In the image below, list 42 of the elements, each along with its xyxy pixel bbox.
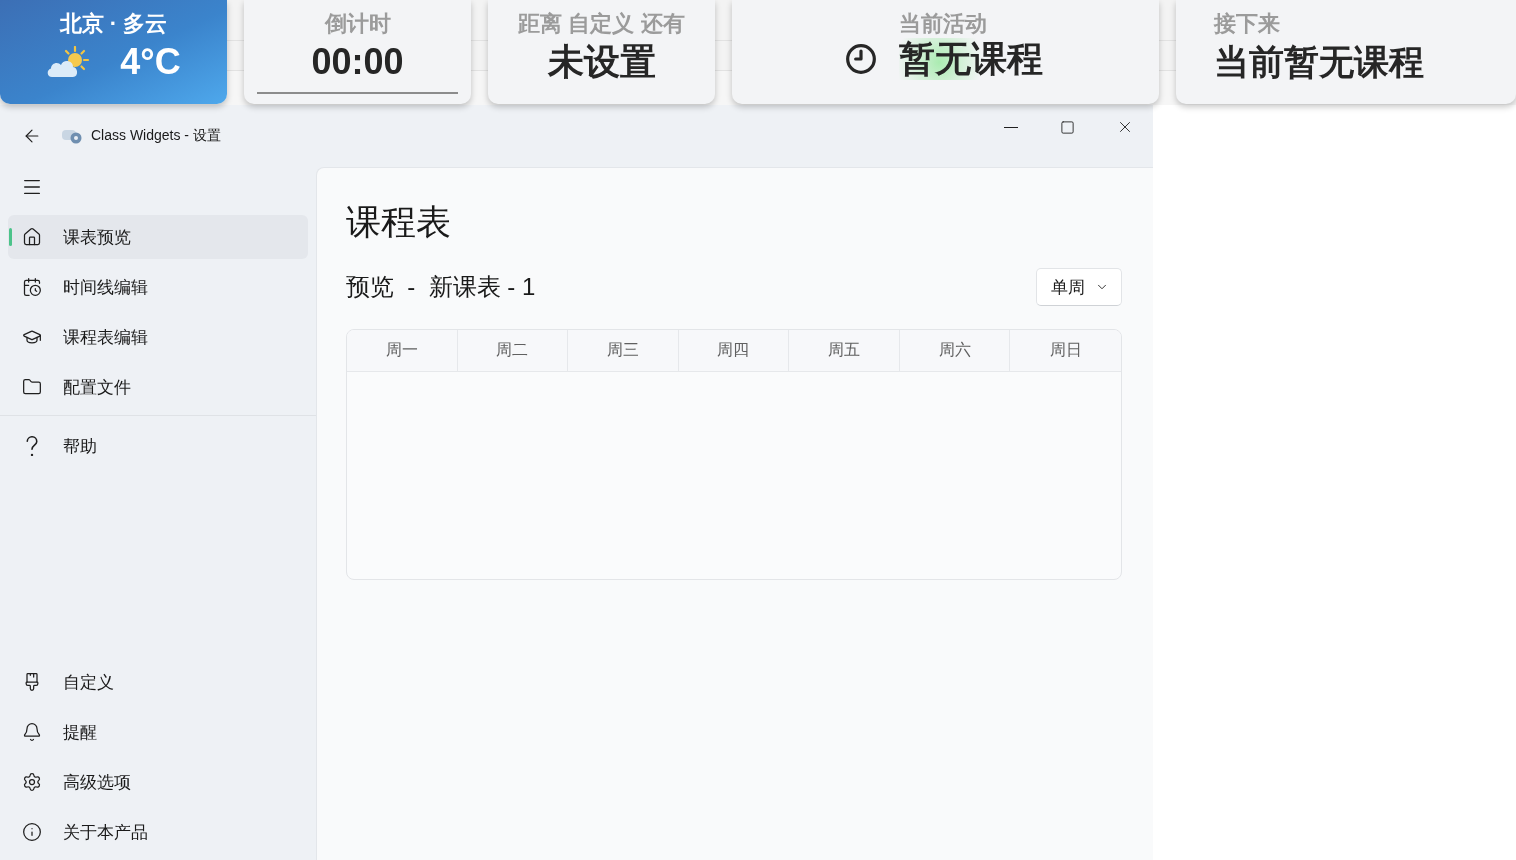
sidebar-item[interactable]: 自定义: [8, 660, 308, 704]
sidebar-item[interactable]: 提醒: [8, 710, 308, 754]
sidebar-item[interactable]: 课程表编辑: [8, 315, 308, 359]
column-header: 周一: [347, 330, 458, 371]
app-logo-icon: [62, 128, 82, 144]
widget-title: 当前活动: [898, 10, 988, 38]
bell-icon: [22, 722, 42, 742]
countdown-time: 00:00: [311, 41, 404, 83]
sidebar-item[interactable]: 课表预览: [8, 215, 308, 259]
question-mark-icon: [26, 436, 38, 456]
column-header: 周六: [899, 330, 1011, 371]
widget-title: 距离 自定义 还有: [518, 10, 685, 38]
sidebar-item[interactable]: 关于本产品: [8, 810, 308, 854]
settings-icon: [22, 772, 42, 792]
column-header: 周四: [678, 330, 790, 371]
sidebar-item[interactable]: 时间线编辑: [8, 265, 308, 309]
activity-text: 暂无课程: [898, 38, 1043, 80]
widget-title: 倒计时: [324, 10, 391, 38]
window-title: Class Widgets - 设置: [91, 127, 221, 145]
column-header: 周二: [457, 330, 569, 371]
widget-value: 当前暂无课程: [1214, 41, 1424, 83]
page-subtitle: 预览 - 新课表 - 1: [346, 272, 536, 302]
info-icon: [22, 822, 42, 842]
widget-title: 接下来: [1214, 10, 1280, 38]
temperature-text: 4°C: [120, 41, 181, 83]
sidebar-item[interactable]: 配置文件: [8, 365, 308, 409]
week-dropdown[interactable]: 单周: [1036, 268, 1122, 306]
page-title: 课程表: [346, 201, 452, 243]
clock-icon: [844, 43, 877, 75]
maximize-icon: [1060, 119, 1075, 135]
minimize-icon: [1003, 126, 1018, 128]
widget-value: 未设置: [547, 41, 656, 83]
folder-icon: [22, 377, 42, 397]
column-header: 周三: [568, 330, 679, 371]
column-header: 周日: [1048, 340, 1083, 360]
partly-cloudy-icon: [46, 46, 91, 78]
home-icon: [22, 227, 42, 247]
calendar-clock-icon: [22, 277, 42, 297]
sidebar-item[interactable]: 帮助: [8, 424, 308, 468]
weather-title: 北京 · 多云: [59, 10, 168, 38]
column-header: 周五: [789, 330, 900, 371]
sidebar-item[interactable]: 高级选项: [8, 760, 308, 804]
